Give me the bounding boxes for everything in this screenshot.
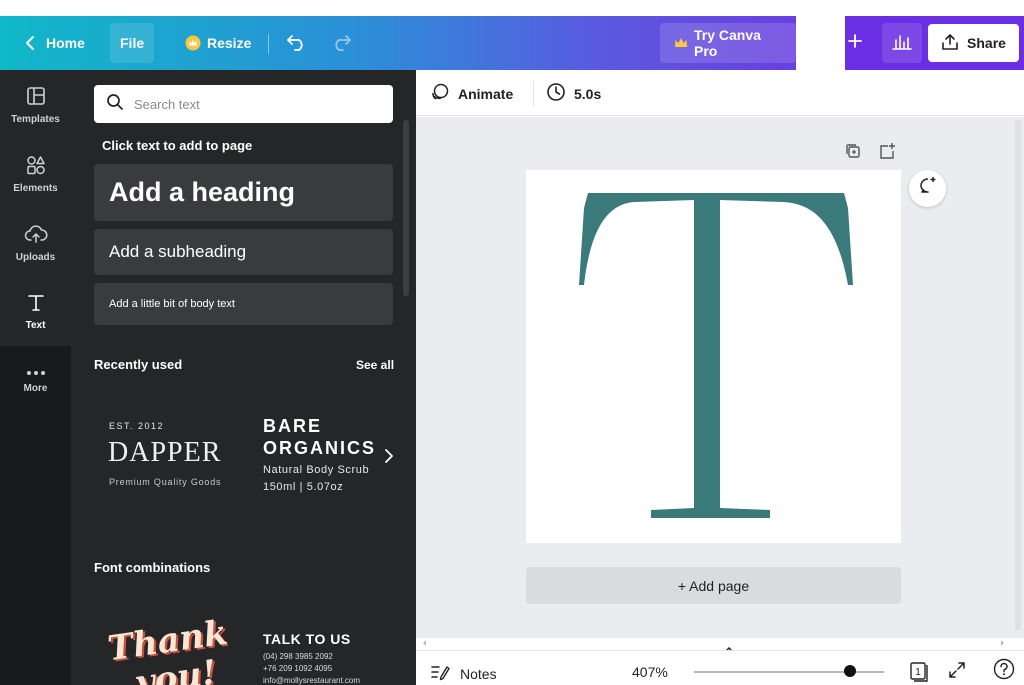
text-icon	[26, 293, 46, 316]
rail-item-text[interactable]: Text	[0, 277, 71, 346]
add-page-icon	[878, 143, 896, 164]
expand-icon	[947, 662, 967, 684]
insights-button[interactable]	[882, 23, 922, 63]
share-label: Share	[967, 35, 1006, 51]
bare-line4: 150ml | 5.07oz	[263, 481, 344, 493]
add-heading-button[interactable]: Add a heading	[94, 164, 393, 221]
editor-toolbar: Animate 5.0s	[416, 70, 1024, 116]
text-panel: Click text to add to page Add a heading …	[71, 70, 416, 685]
chevron-right-icon	[382, 449, 396, 469]
resize-label: Resize	[207, 35, 252, 51]
dapper-title: DAPPER	[108, 437, 222, 468]
duplicate-icon	[844, 144, 862, 164]
rail-item-templates[interactable]: Templates	[0, 70, 71, 139]
header-divider	[268, 34, 269, 54]
chevron-left-icon	[22, 34, 40, 52]
more-dots-icon	[26, 368, 46, 379]
page-count: 1	[915, 667, 921, 678]
add-comment-button[interactable]	[909, 170, 946, 207]
rail-label: Text	[25, 319, 46, 331]
design-page[interactable]	[526, 170, 901, 543]
comment-plus-icon	[918, 176, 938, 201]
help-button[interactable]	[993, 658, 1015, 685]
animate-button[interactable]: Animate	[430, 82, 513, 105]
rail-label: Elements	[13, 182, 58, 194]
thank-you-text-preset[interactable]: Thank Thank you! you!	[105, 612, 232, 685]
rail-item-uploads[interactable]: Uploads	[0, 208, 71, 277]
resize-button[interactable]: Resize	[175, 23, 261, 63]
add-page-icon-button[interactable]	[878, 142, 896, 165]
add-collaborator-button[interactable]	[835, 23, 875, 63]
help-icon	[993, 658, 1015, 684]
canvas-vertical-scrollbar[interactable]	[1015, 120, 1021, 630]
crown-icon	[185, 35, 201, 51]
see-all-link[interactable]: See all	[356, 358, 394, 372]
duration-button[interactable]: 5.0s	[546, 82, 601, 105]
try-pro-label: Try Canva Pro	[694, 27, 761, 59]
templates-icon	[25, 85, 47, 110]
add-page-button[interactable]: + Add page	[526, 567, 901, 604]
redo-icon	[330, 33, 352, 54]
recently-used-heading: Recently used	[94, 357, 183, 372]
dapper-subtitle: Premium Quality Goods	[109, 477, 222, 487]
bare-line1: BARE	[263, 416, 323, 436]
notes-button[interactable]: Notes	[430, 663, 497, 684]
serif-t-graphic[interactable]	[526, 170, 901, 543]
notes-label: Notes	[460, 665, 497, 682]
search-icon	[106, 93, 124, 116]
talk-line: info@mollysrestaurant.com	[263, 676, 361, 685]
canvas-letter-text: T	[712, 342, 713, 343]
add-body-text-button[interactable]: Add a little bit of body text	[94, 283, 393, 325]
redo-button[interactable]	[322, 23, 360, 63]
top-bar-actions: Share	[845, 16, 1024, 70]
zoom-slider-handle[interactable]	[843, 665, 856, 677]
try-canva-pro-button[interactable]: Try Canva Pro	[660, 23, 796, 63]
dapper-est: EST. 2012	[109, 421, 165, 431]
duplicate-page-button[interactable]	[844, 142, 862, 165]
editor-footer: Notes 407% 1	[416, 650, 1024, 685]
panel-hint: Click text to add to page	[102, 138, 253, 153]
font-combinations-heading: Font combinations	[94, 560, 211, 575]
bare-line2: ORGANICS	[263, 438, 377, 458]
undo-button[interactable]	[278, 23, 316, 63]
rail-label: More	[23, 382, 48, 394]
undo-icon	[286, 33, 308, 54]
page-count-button[interactable]: 1	[908, 660, 930, 685]
duration-label: 5.0s	[574, 85, 602, 102]
animate-label: Animate	[458, 85, 514, 102]
talk-line: +76 209 1092 4095	[263, 664, 333, 673]
talk-line: (04) 298 3985 2092	[263, 652, 333, 661]
fullscreen-button[interactable]	[947, 660, 967, 685]
share-upload-icon	[941, 33, 959, 54]
rail-label: Uploads	[15, 251, 56, 263]
bar-chart-icon	[892, 32, 912, 55]
carousel-next-button[interactable]	[382, 447, 396, 470]
add-subheading-button[interactable]: Add a subheading	[94, 229, 393, 275]
elements-icon	[25, 154, 47, 179]
side-nav-rail: Templates Elements Uploads Text More	[0, 70, 71, 685]
talk-title: TALK TO US	[263, 631, 351, 647]
crown-icon	[674, 37, 688, 49]
rail-item-more[interactable]: More	[0, 346, 71, 415]
rail-item-elements[interactable]: Elements	[0, 139, 71, 208]
panel-scrollbar[interactable]	[403, 120, 409, 296]
plus-icon	[848, 33, 862, 53]
notes-icon	[430, 663, 450, 684]
toolbar-divider	[533, 80, 534, 106]
search-box[interactable]	[94, 85, 393, 123]
zoom-level[interactable]: 407%	[632, 664, 668, 680]
home-label: Home	[46, 35, 85, 51]
animate-icon	[430, 82, 450, 105]
home-button[interactable]: Home	[12, 23, 95, 63]
rail-label: Templates	[11, 113, 60, 125]
file-menu-button[interactable]: File	[110, 23, 155, 63]
share-button[interactable]: Share	[928, 24, 1019, 62]
bare-line3: Natural Body Scrub	[263, 464, 370, 476]
search-input[interactable]	[134, 96, 374, 112]
file-label: File	[120, 35, 145, 51]
upload-cloud-icon	[24, 223, 48, 248]
top-bar: Home File Resize Try Canva Pro	[0, 16, 796, 70]
clock-icon	[546, 82, 566, 105]
canva-editor: Home File Resize Try Canva Pro Share Tem…	[0, 0, 1024, 685]
